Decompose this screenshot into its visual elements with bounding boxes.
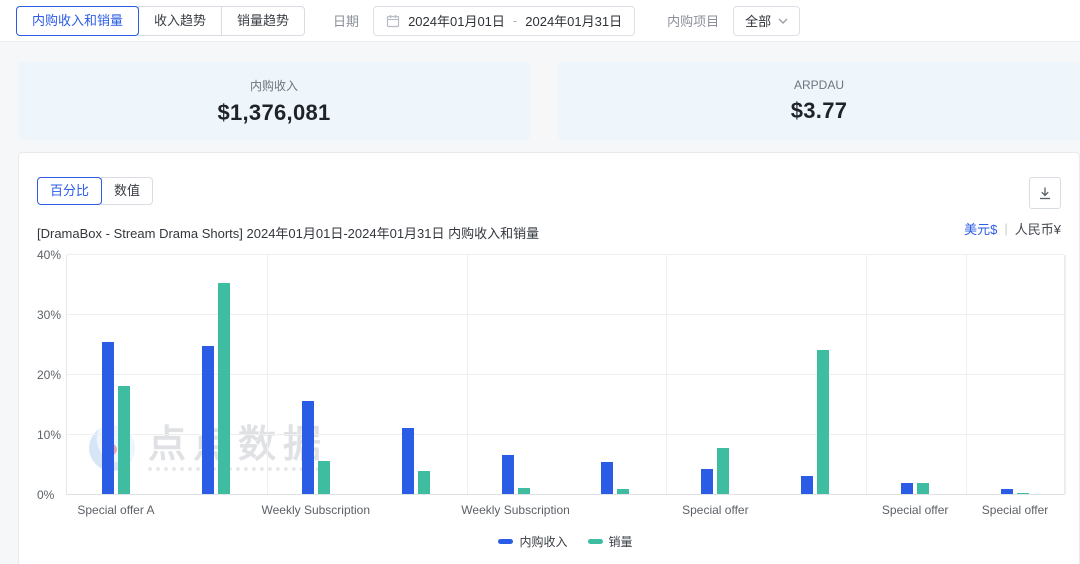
plot-area: 点点数据 <box>66 254 1066 495</box>
currency-divider: | <box>1004 221 1008 236</box>
stat-card-arpdau: ARPDAU $3.77 <box>558 62 1080 140</box>
mode-value-button[interactable]: 数值 <box>101 177 154 205</box>
date-label: 日期 <box>333 14 360 29</box>
bar-iap-revenue[interactable] <box>501 455 514 494</box>
grid-line-vertical <box>966 255 968 494</box>
tab-iap-revenue-and-sales[interactable]: 内购收入和销量 <box>16 5 140 36</box>
bar-sales[interactable] <box>817 350 830 494</box>
legend-marker <box>498 539 514 544</box>
x-category-label: Special offer <box>682 503 749 517</box>
grid-line-horizontal <box>67 434 1064 435</box>
date-range-picker[interactable]: 2024年01月01日 - 2024年01月31日 <box>373 5 636 36</box>
grid-line-vertical <box>1065 255 1066 494</box>
bar-iap-revenue[interactable] <box>701 468 714 494</box>
stat-card-iap-revenue: 内购收入 $1,376,081 <box>18 62 530 140</box>
currency-cny-option[interactable]: 人民币¥ <box>1015 219 1061 238</box>
legend-label: 销量 <box>608 535 633 549</box>
date-start[interactable]: 2024年01月01日 <box>408 11 505 30</box>
bar-sales[interactable] <box>417 470 430 494</box>
y-axis: 0% 10% 20% 30% 40% <box>19 248 61 502</box>
download-button[interactable] <box>1029 177 1061 209</box>
iap-item-label: 内购项目 <box>667 14 720 29</box>
x-category-label: Weekly Subscription <box>261 503 371 517</box>
stat-cards-row: 内购收入 $1,376,081 ARPDAU $3.77 <box>18 62 1080 140</box>
bar-sales[interactable] <box>917 483 930 494</box>
bar-iap-revenue[interactable] <box>301 401 314 494</box>
grid-line-horizontal <box>67 374 1064 375</box>
calendar-icon <box>386 14 400 28</box>
chevron-down-icon <box>778 18 788 24</box>
x-category-label: Special offer <box>881 503 949 517</box>
x-category-label: Special offer <box>981 503 1049 517</box>
legend-marker <box>587 539 603 544</box>
top-toolbar: 内购收入和销量 收入趋势 销量趋势 日期 2024年01月01日 - 2024年… <box>0 0 1080 42</box>
stat-value: $3.77 <box>790 98 848 123</box>
stat-value: $1,376,081 <box>217 99 331 125</box>
x-axis-labels: Special offer A Weekly Subscription Weekly… <box>66 503 1065 519</box>
iap-item-selected-value: 全部 <box>745 14 772 29</box>
chart-legend: 内购收入 销量 <box>66 533 1065 550</box>
grid-line-vertical <box>466 255 468 494</box>
bar-sales[interactable] <box>617 489 630 494</box>
grid-line-vertical <box>866 255 868 494</box>
x-category-label: Weekly Subscription <box>461 503 570 517</box>
legend-item[interactable]: 销量 <box>587 533 633 550</box>
grid-line-vertical <box>266 255 268 494</box>
bar-sales[interactable] <box>217 282 230 494</box>
chart-panel: 百分比 数值 美元$ | 人民币¥ [DramaBox - Stream Dra… <box>18 152 1080 564</box>
date-range-separator: - <box>512 13 518 28</box>
legend-item[interactable]: 内购收入 <box>498 533 568 550</box>
date-end[interactable]: 2024年01月31日 <box>525 11 622 30</box>
grid-line-vertical <box>666 255 668 494</box>
bar-sales[interactable] <box>517 488 530 494</box>
grid-line-horizontal <box>67 254 1064 255</box>
tab-revenue-trend[interactable]: 收入趋势 <box>138 5 223 36</box>
tab-sales-trend[interactable]: 销量趋势 <box>221 5 306 36</box>
grid-line-horizontal <box>67 314 1064 315</box>
bar-sales[interactable] <box>317 461 330 494</box>
bar-iap-revenue[interactable] <box>101 341 114 494</box>
iap-item-select[interactable]: 全部 <box>733 5 801 36</box>
bar-sales[interactable] <box>117 386 130 494</box>
bar-iap-revenue[interactable] <box>901 483 914 494</box>
legend-label: 内购收入 <box>519 535 568 549</box>
download-icon <box>1038 186 1052 200</box>
bar-sales[interactable] <box>1017 492 1030 494</box>
bar-iap-revenue[interactable] <box>1001 488 1014 494</box>
chart-title: [DramaBox - Stream Drama Shorts] 2024年01… <box>37 226 540 241</box>
stat-label: 内购收入 <box>249 78 298 93</box>
view-tab-group: 内购收入和销量 收入趋势 销量趋势 <box>16 5 306 36</box>
x-category-label: Special offer A <box>77 503 155 517</box>
bar-iap-revenue[interactable] <box>801 476 814 494</box>
currency-toggle: 美元$ | 人民币¥ <box>964 219 1061 238</box>
bar-iap-revenue[interactable] <box>201 345 214 494</box>
mode-toggle-group: 百分比 数值 <box>37 177 154 205</box>
bar-iap-revenue[interactable] <box>401 428 414 494</box>
bar-iap-revenue[interactable] <box>601 462 614 494</box>
bar-sales[interactable] <box>717 448 730 494</box>
mode-percent-button[interactable]: 百分比 <box>37 177 103 205</box>
currency-usd-option[interactable]: 美元$ <box>964 219 997 238</box>
stat-label: ARPDAU <box>793 78 844 92</box>
